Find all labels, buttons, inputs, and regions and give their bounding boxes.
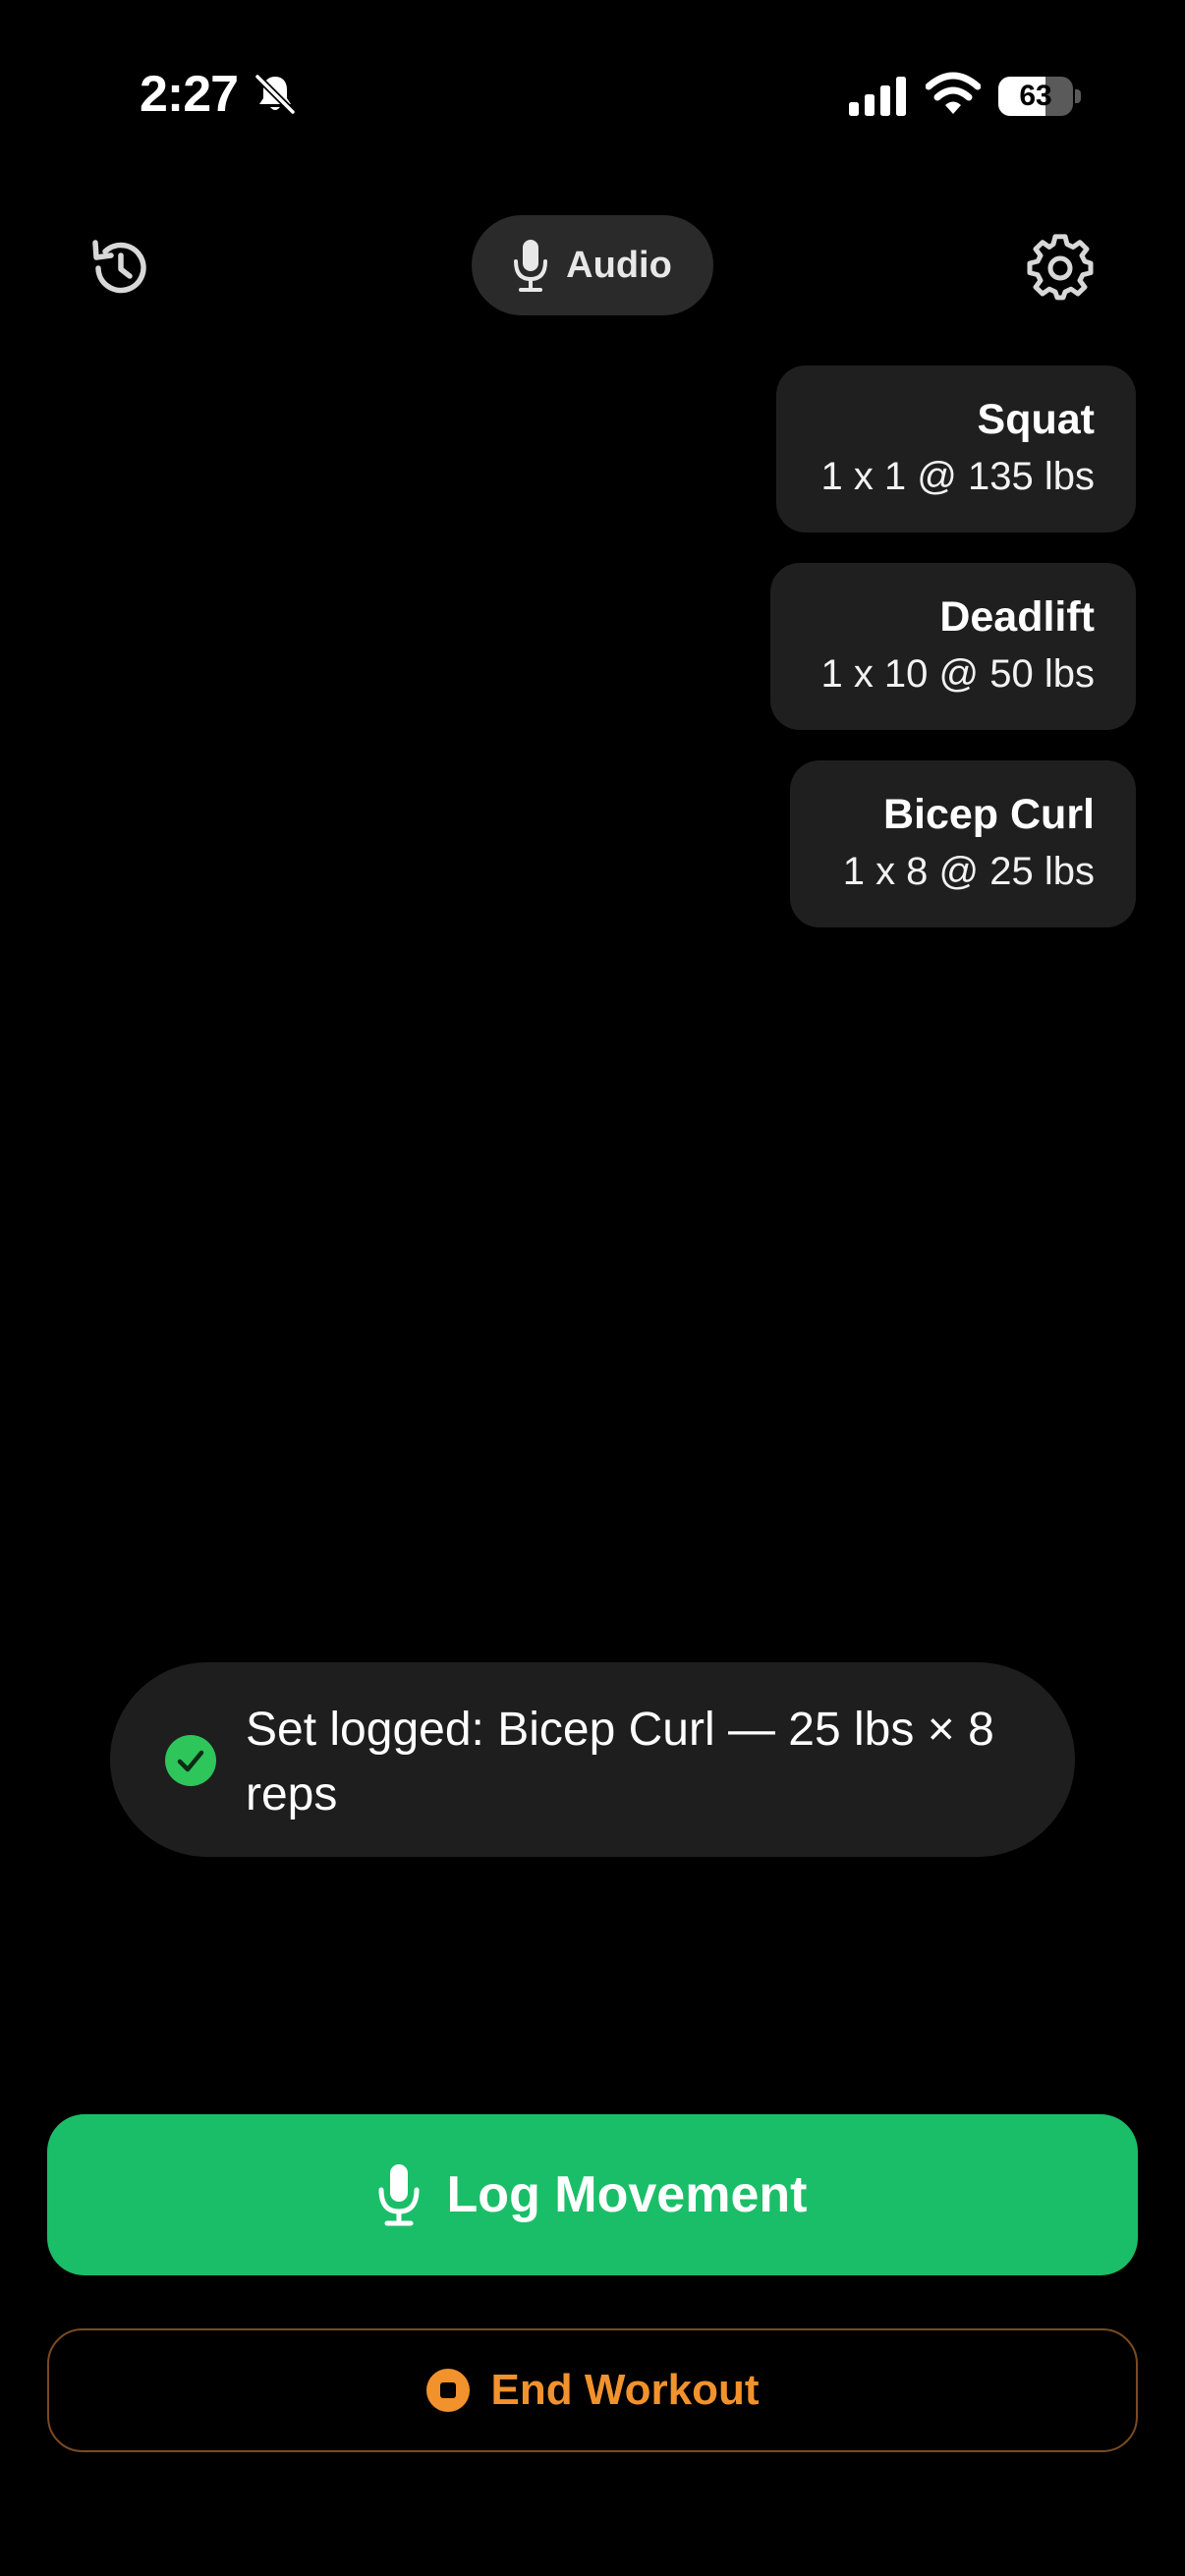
- settings-button[interactable]: [1026, 234, 1095, 303]
- status-time: 2:27: [140, 66, 239, 123]
- set-card-squat[interactable]: Squat 1 x 1 @ 135 lbs: [776, 365, 1136, 532]
- exercise-name: Bicep Curl: [882, 791, 1095, 838]
- log-movement-label: Log Movement: [446, 2166, 808, 2223]
- end-workout-button[interactable]: End Workout: [47, 2328, 1138, 2452]
- log-movement-button[interactable]: Log Movement: [47, 2114, 1138, 2275]
- set-detail: 1 x 1 @ 135 lbs: [820, 455, 1095, 498]
- microphone-icon: [514, 240, 548, 292]
- audio-mode-button[interactable]: Audio: [472, 215, 713, 315]
- wifi-icon: [926, 72, 981, 114]
- history-button[interactable]: [86, 234, 155, 303]
- gear-icon: [1027, 234, 1094, 301]
- microphone-icon: [378, 2164, 420, 2226]
- set-detail: 1 x 10 @ 50 lbs: [820, 652, 1095, 696]
- set-logged-toast: Set logged: Bicep Curl — 25 lbs × 8 reps: [110, 1662, 1075, 1857]
- set-card-deadlift[interactable]: Deadlift 1 x 10 @ 50 lbs: [770, 563, 1136, 730]
- bell-slash-icon: [254, 74, 296, 115]
- toast-message: Set logged: Bicep Curl — 25 lbs × 8 reps: [246, 1704, 994, 1820]
- battery-level: 63: [1019, 80, 1052, 112]
- set-card-bicep-curl[interactable]: Bicep Curl 1 x 8 @ 25 lbs: [790, 760, 1136, 927]
- set-detail: 1 x 8 @ 25 lbs: [842, 850, 1095, 893]
- exercise-name: Squat: [977, 396, 1095, 443]
- end-workout-label: End Workout: [490, 2366, 760, 2414]
- check-circle-icon: [165, 1735, 216, 1786]
- audio-label: Audio: [566, 244, 672, 286]
- history-icon: [92, 240, 146, 294]
- exercise-name: Deadlift: [939, 593, 1095, 641]
- cellular-signal-icon: [849, 77, 906, 116]
- stop-circle-icon: [425, 2369, 470, 2412]
- battery-indicator: 63: [998, 77, 1081, 116]
